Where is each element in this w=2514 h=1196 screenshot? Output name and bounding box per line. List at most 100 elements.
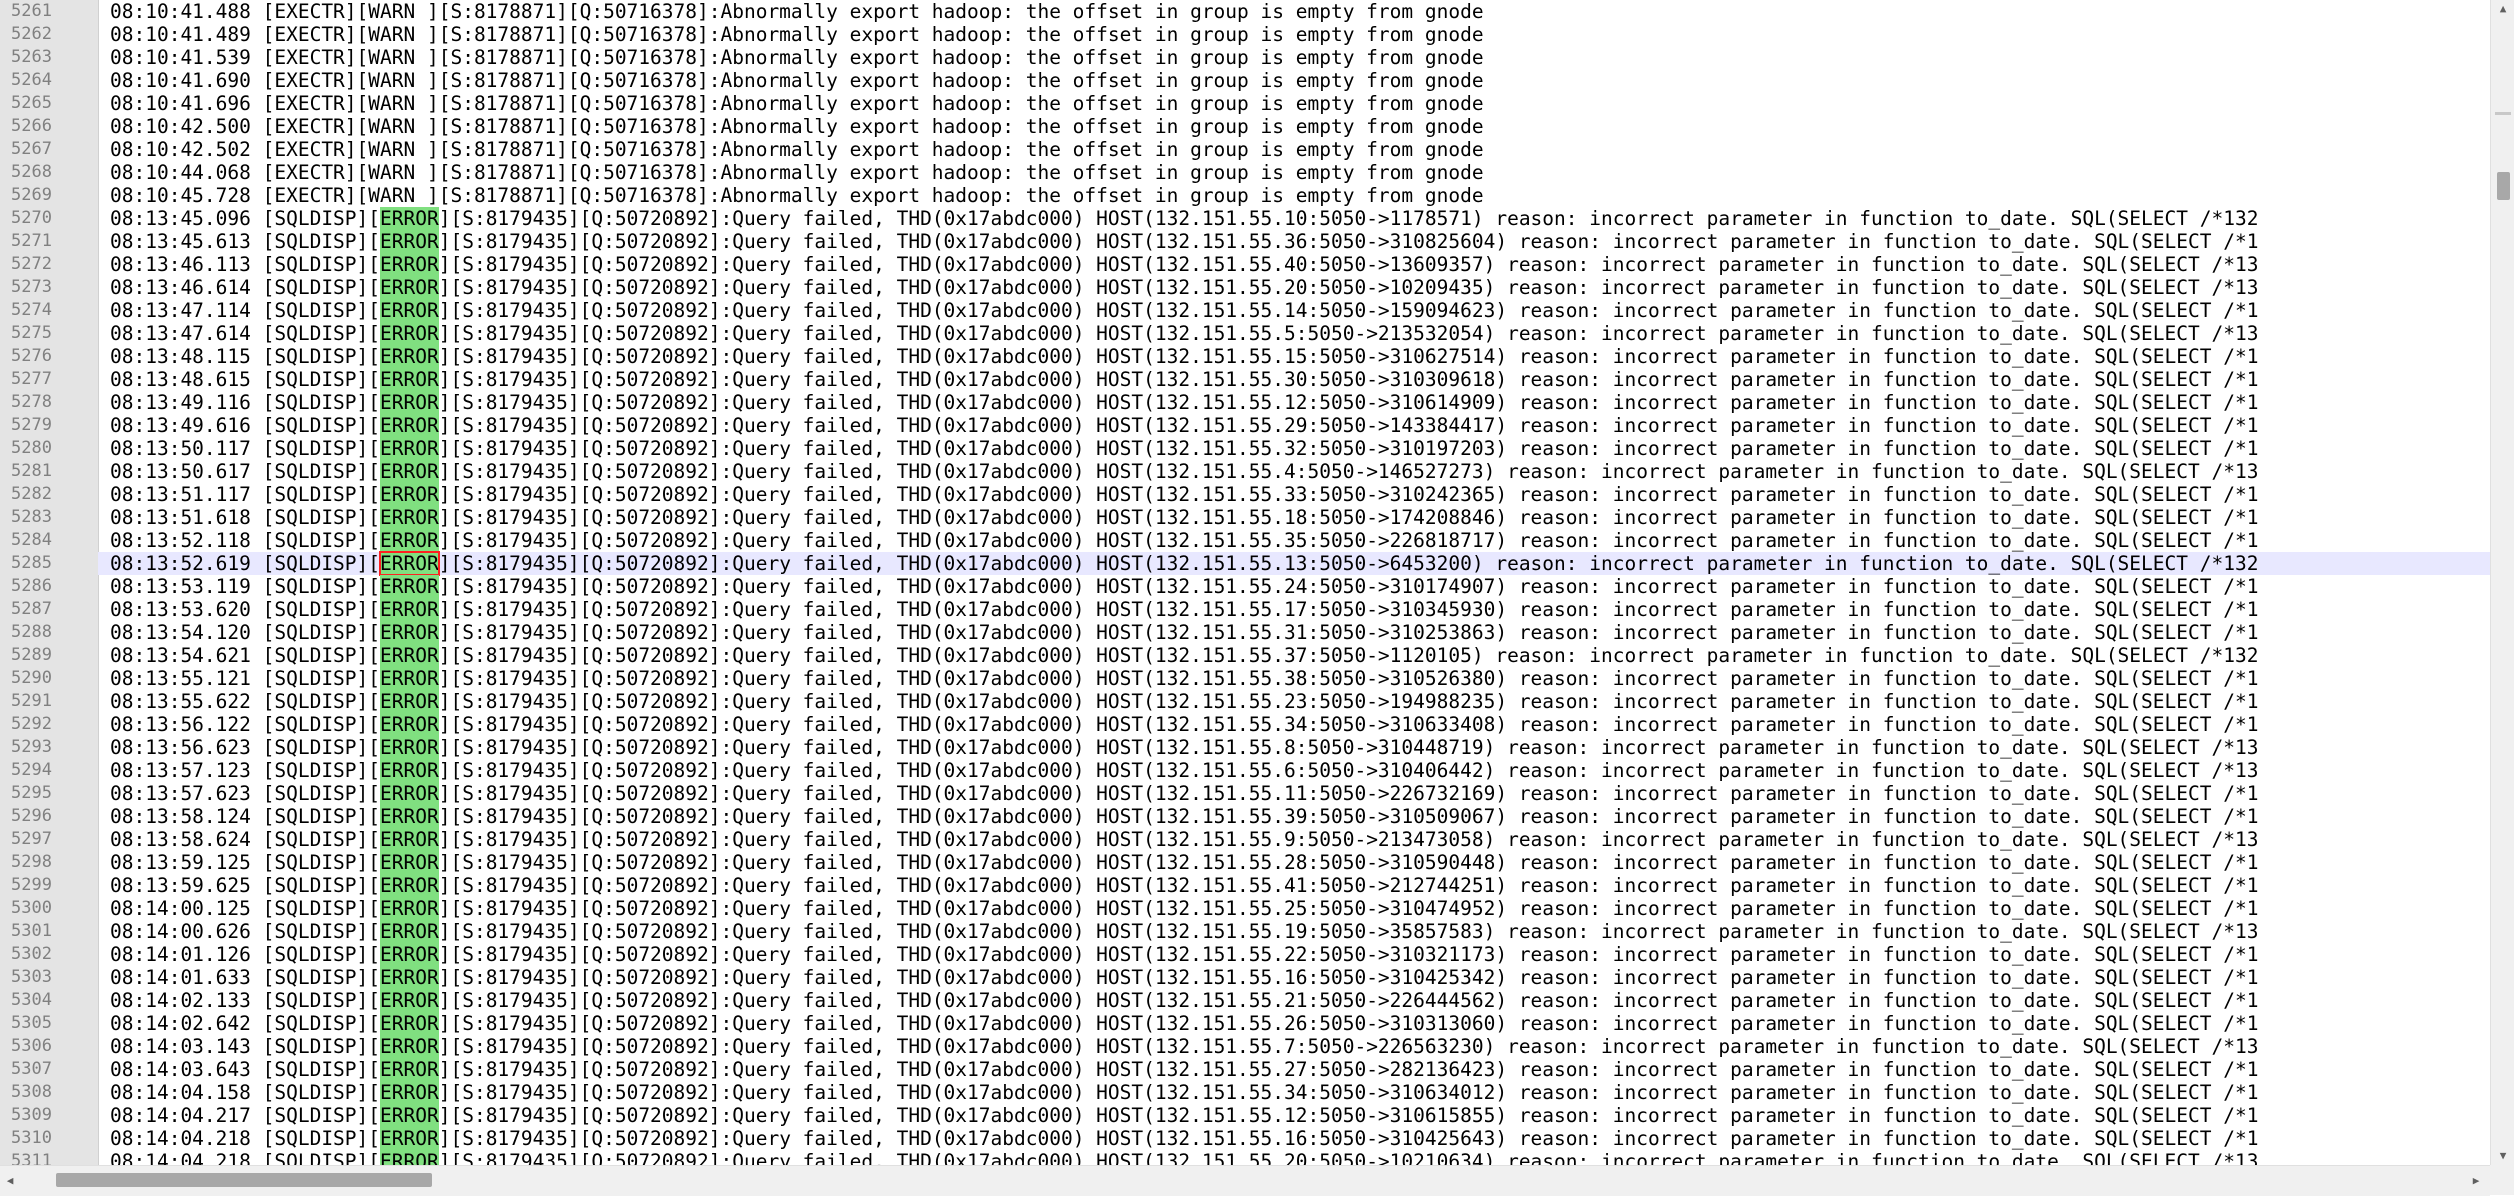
text-line[interactable]: 5262 08:10:41.489 [EXECTR][WARN ][S:81788… — [0, 23, 2490, 46]
text-line[interactable]: 5293 08:13:56.623 [SQLDISP][ERROR][S:8179… — [0, 736, 2490, 759]
line-text[interactable]: 08:13:52.118 [SQLDISP][ERROR][S:8179435]… — [110, 529, 2258, 552]
text-lines[interactable]: 5261 08:10:41.488 [EXECTR][WARN ][S:81788… — [0, 0, 2490, 1165]
text-line[interactable]: 5282 08:13:51.117 [SQLDISP][ERROR][S:8179… — [0, 483, 2490, 506]
text-line[interactable]: 5298 08:13:59.125 [SQLDISP][ERROR][S:8179… — [0, 851, 2490, 874]
line-text[interactable]: 08:14:01.126 [SQLDISP][ERROR][S:8179435]… — [110, 943, 2258, 966]
line-text[interactable]: 08:10:41.489 [EXECTR][WARN ][S:8178871][… — [110, 23, 1484, 46]
text-line[interactable]: 5297 08:13:58.624 [SQLDISP][ERROR][S:8179… — [0, 828, 2490, 851]
line-text[interactable]: 08:10:41.696 [EXECTR][WARN ][S:8178871][… — [110, 92, 1484, 115]
text-line[interactable]: 5265 08:10:41.696 [EXECTR][WARN ][S:81788… — [0, 92, 2490, 115]
text-line[interactable]: 5267 08:10:42.502 [EXECTR][WARN ][S:81788… — [0, 138, 2490, 161]
vertical-scrollbar-thumb[interactable] — [2497, 172, 2510, 200]
line-text[interactable]: 08:14:04.158 [SQLDISP][ERROR][S:8179435]… — [110, 1081, 2258, 1104]
line-text[interactable]: 08:13:58.624 [SQLDISP][ERROR][S:8179435]… — [110, 828, 2258, 851]
line-text[interactable]: 08:13:53.119 [SQLDISP][ERROR][S:8179435]… — [110, 575, 2258, 598]
text-line[interactable]: 5275 08:13:47.614 [SQLDISP][ERROR][S:8179… — [0, 322, 2490, 345]
text-line[interactable]: 5280 08:13:50.117 [SQLDISP][ERROR][S:8179… — [0, 437, 2490, 460]
text-line[interactable]: 5296 08:13:58.124 [SQLDISP][ERROR][S:8179… — [0, 805, 2490, 828]
line-text[interactable]: 08:10:41.539 [EXECTR][WARN ][S:8178871][… — [110, 46, 1484, 69]
line-text[interactable]: 08:14:02.133 [SQLDISP][ERROR][S:8179435]… — [110, 989, 2258, 1012]
vertical-scrollbar[interactable]: ▲ ▼ — [2490, 0, 2514, 1165]
text-line[interactable]: 5292 08:13:56.122 [SQLDISP][ERROR][S:8179… — [0, 713, 2490, 736]
text-line[interactable]: 5273 08:13:46.614 [SQLDISP][ERROR][S:8179… — [0, 276, 2490, 299]
text-line[interactable]: 5301 08:14:00.626 [SQLDISP][ERROR][S:8179… — [0, 920, 2490, 943]
text-line[interactable]: 5303 08:14:01.633 [SQLDISP][ERROR][S:8179… — [0, 966, 2490, 989]
text-line[interactable]: 5290 08:13:55.121 [SQLDISP][ERROR][S:8179… — [0, 667, 2490, 690]
line-text[interactable]: 08:14:03.643 [SQLDISP][ERROR][S:8179435]… — [110, 1058, 2258, 1081]
text-line[interactable]: 5279 08:13:49.616 [SQLDISP][ERROR][S:8179… — [0, 414, 2490, 437]
line-text[interactable]: 08:13:45.096 [SQLDISP][ERROR][S:8179435]… — [110, 207, 2258, 230]
text-line[interactable]: 5294 08:13:57.123 [SQLDISP][ERROR][S:8179… — [0, 759, 2490, 782]
line-text[interactable]: 08:10:41.690 [EXECTR][WARN ][S:8178871][… — [110, 69, 1484, 92]
text-line[interactable]: 5278 08:13:49.116 [SQLDISP][ERROR][S:8179… — [0, 391, 2490, 414]
line-text[interactable]: 08:13:50.617 [SQLDISP][ERROR][S:8179435]… — [110, 460, 2258, 483]
text-line[interactable]: 5266 08:10:42.500 [EXECTR][WARN ][S:81788… — [0, 115, 2490, 138]
text-line[interactable]: 5311 08:14:04.218 [SQLDISP][ERROR][S:8179… — [0, 1150, 2490, 1165]
text-line[interactable]: 5300 08:14:00.125 [SQLDISP][ERROR][S:8179… — [0, 897, 2490, 920]
horizontal-scrollbar-thumb[interactable] — [56, 1173, 432, 1187]
line-text[interactable]: 08:13:51.117 [SQLDISP][ERROR][S:8179435]… — [110, 483, 2258, 506]
line-text[interactable]: 08:13:48.115 [SQLDISP][ERROR][S:8179435]… — [110, 345, 2258, 368]
text-line[interactable]: 5284 08:13:52.118 [SQLDISP][ERROR][S:8179… — [0, 529, 2490, 552]
line-text[interactable]: 08:13:52.619 [SQLDISP][ERROR][S:8179435]… — [110, 551, 2258, 576]
line-text[interactable]: 08:10:44.068 [EXECTR][WARN ][S:8178871][… — [110, 161, 1484, 184]
line-text[interactable]: 08:13:59.625 [SQLDISP][ERROR][S:8179435]… — [110, 874, 2258, 897]
line-text[interactable]: 08:13:55.121 [SQLDISP][ERROR][S:8179435]… — [110, 667, 2258, 690]
text-line[interactable]: 5309 08:14:04.217 [SQLDISP][ERROR][S:8179… — [0, 1104, 2490, 1127]
text-line[interactable]: 5306 08:14:03.143 [SQLDISP][ERROR][S:8179… — [0, 1035, 2490, 1058]
text-line[interactable]: 5287 08:13:53.620 [SQLDISP][ERROR][S:8179… — [0, 598, 2490, 621]
text-line[interactable]: 5286 08:13:53.119 [SQLDISP][ERROR][S:8179… — [0, 575, 2490, 598]
text-line[interactable]: 5283 08:13:51.618 [SQLDISP][ERROR][S:8179… — [0, 506, 2490, 529]
line-text[interactable]: 08:13:56.122 [SQLDISP][ERROR][S:8179435]… — [110, 713, 2258, 736]
line-text[interactable]: 08:13:58.124 [SQLDISP][ERROR][S:8179435]… — [110, 805, 2258, 828]
line-text[interactable]: 08:13:49.116 [SQLDISP][ERROR][S:8179435]… — [110, 391, 2258, 414]
text-line[interactable]: 5268 08:10:44.068 [EXECTR][WARN ][S:81788… — [0, 161, 2490, 184]
text-line[interactable]: 5302 08:14:01.126 [SQLDISP][ERROR][S:8179… — [0, 943, 2490, 966]
line-text[interactable]: 08:13:51.618 [SQLDISP][ERROR][S:8179435]… — [110, 506, 2258, 529]
line-text[interactable]: 08:13:55.622 [SQLDISP][ERROR][S:8179435]… — [110, 690, 2258, 713]
line-text[interactable]: 08:14:04.218 [SQLDISP][ERROR][S:8179435]… — [110, 1127, 2258, 1150]
text-line[interactable]: 5261 08:10:41.488 [EXECTR][WARN ][S:81788… — [0, 0, 2490, 23]
text-line[interactable]: 5289 08:13:54.621 [SQLDISP][ERROR][S:8179… — [0, 644, 2490, 667]
text-line[interactable]: 5274 08:13:47.114 [SQLDISP][ERROR][S:8179… — [0, 299, 2490, 322]
line-text[interactable]: 08:14:04.217 [SQLDISP][ERROR][S:8179435]… — [110, 1104, 2258, 1127]
line-text[interactable]: 08:13:59.125 [SQLDISP][ERROR][S:8179435]… — [110, 851, 2258, 874]
line-text[interactable]: 08:13:54.621 [SQLDISP][ERROR][S:8179435]… — [110, 644, 2258, 667]
line-text[interactable]: 08:14:00.125 [SQLDISP][ERROR][S:8179435]… — [110, 897, 2258, 920]
line-text[interactable]: 08:10:45.728 [EXECTR][WARN ][S:8178871][… — [110, 184, 1484, 207]
line-text[interactable]: 08:13:57.623 [SQLDISP][ERROR][S:8179435]… — [110, 782, 2258, 805]
text-line[interactable]: 5272 08:13:46.113 [SQLDISP][ERROR][S:8179… — [0, 253, 2490, 276]
text-line[interactable]: 5310 08:14:04.218 [SQLDISP][ERROR][S:8179… — [0, 1127, 2490, 1150]
text-line[interactable]: 5304 08:14:02.133 [SQLDISP][ERROR][S:8179… — [0, 989, 2490, 1012]
text-line[interactable]: 5291 08:13:55.622 [SQLDISP][ERROR][S:8179… — [0, 690, 2490, 713]
line-text[interactable]: 08:10:42.502 [EXECTR][WARN ][S:8178871][… — [110, 138, 1484, 161]
scroll-down-icon[interactable]: ▼ — [2491, 1147, 2514, 1165]
line-text[interactable]: 08:14:03.143 [SQLDISP][ERROR][S:8179435]… — [110, 1035, 2258, 1058]
scroll-up-icon[interactable]: ▲ — [2491, 0, 2514, 18]
line-text[interactable]: 08:14:04.218 [SQLDISP][ERROR][S:8179435]… — [110, 1150, 2258, 1165]
line-text[interactable]: 08:13:45.613 [SQLDISP][ERROR][S:8179435]… — [110, 230, 2258, 253]
text-line[interactable]: 5271 08:13:45.613 [SQLDISP][ERROR][S:8179… — [0, 230, 2490, 253]
scroll-right-icon[interactable]: ▶ — [2466, 1172, 2486, 1190]
line-text[interactable]: 08:13:50.117 [SQLDISP][ERROR][S:8179435]… — [110, 437, 2258, 460]
line-text[interactable]: 08:10:41.488 [EXECTR][WARN ][S:8178871][… — [110, 0, 1484, 23]
text-line[interactable]: 5276 08:13:48.115 [SQLDISP][ERROR][S:8179… — [0, 345, 2490, 368]
line-text[interactable]: 08:14:02.642 [SQLDISP][ERROR][S:8179435]… — [110, 1012, 2258, 1035]
text-line[interactable]: 5299 08:13:59.625 [SQLDISP][ERROR][S:8179… — [0, 874, 2490, 897]
text-line[interactable]: 5264 08:10:41.690 [EXECTR][WARN ][S:81788… — [0, 69, 2490, 92]
line-text[interactable]: 08:14:00.626 [SQLDISP][ERROR][S:8179435]… — [110, 920, 2258, 943]
line-text[interactable]: 08:13:48.615 [SQLDISP][ERROR][S:8179435]… — [110, 368, 2258, 391]
text-line[interactable]: 5305 08:14:02.642 [SQLDISP][ERROR][S:8179… — [0, 1012, 2490, 1035]
line-text[interactable]: 08:13:57.123 [SQLDISP][ERROR][S:8179435]… — [110, 759, 2258, 782]
line-text[interactable]: 08:13:53.620 [SQLDISP][ERROR][S:8179435]… — [110, 598, 2258, 621]
line-text[interactable]: 08:13:54.120 [SQLDISP][ERROR][S:8179435]… — [110, 621, 2258, 644]
text-line[interactable]: 5288 08:13:54.120 [SQLDISP][ERROR][S:8179… — [0, 621, 2490, 644]
text-line[interactable]: 5308 08:14:04.158 [SQLDISP][ERROR][S:8179… — [0, 1081, 2490, 1104]
line-text[interactable]: 08:13:47.114 [SQLDISP][ERROR][S:8179435]… — [110, 299, 2258, 322]
line-text[interactable]: 08:13:47.614 [SQLDISP][ERROR][S:8179435]… — [110, 322, 2258, 345]
current-line[interactable]: 5285 08:13:52.619 [SQLDISP][ERROR][S:8179… — [0, 551, 2490, 576]
text-line[interactable]: 5295 08:13:57.623 [SQLDISP][ERROR][S:8179… — [0, 782, 2490, 805]
line-text[interactable]: 08:13:46.614 [SQLDISP][ERROR][S:8179435]… — [110, 276, 2258, 299]
line-text[interactable]: 08:13:56.623 [SQLDISP][ERROR][S:8179435]… — [110, 736, 2258, 759]
horizontal-scrollbar[interactable]: ◀ ▶ — [0, 1165, 2490, 1196]
